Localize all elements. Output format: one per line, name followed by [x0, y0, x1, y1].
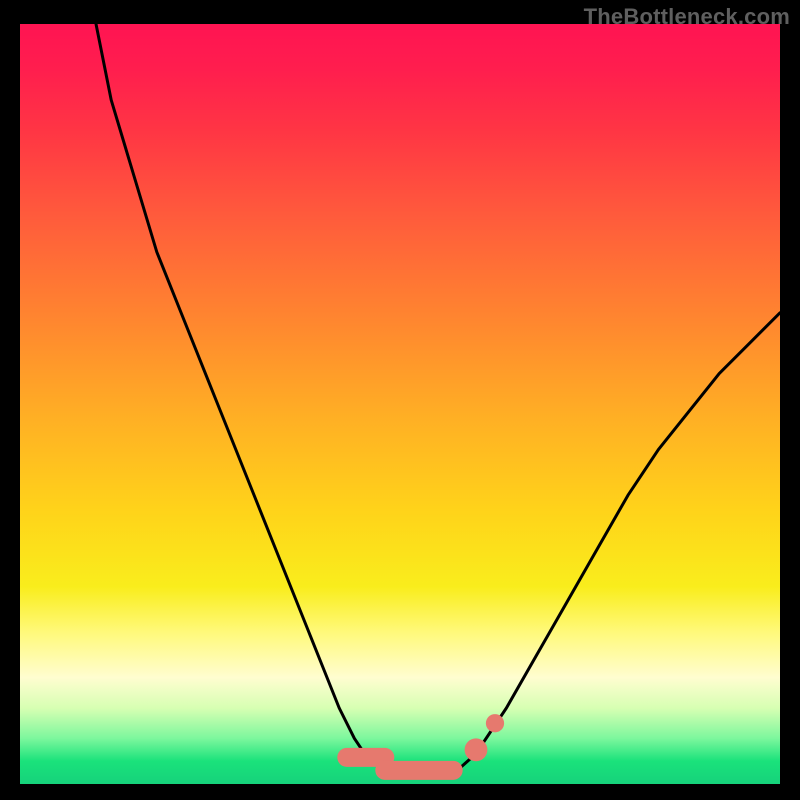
- floor-marker-2: [486, 714, 504, 732]
- watermark-text: TheBottleneck.com: [584, 4, 790, 30]
- bottleneck-curve: [96, 24, 780, 773]
- curve-group: [96, 24, 780, 773]
- floor-marker-1: [465, 738, 488, 761]
- band-group: [347, 714, 504, 770]
- chart-frame: TheBottleneck.com: [0, 0, 800, 800]
- plot-area: [20, 24, 780, 784]
- chart-svg: [20, 24, 780, 784]
